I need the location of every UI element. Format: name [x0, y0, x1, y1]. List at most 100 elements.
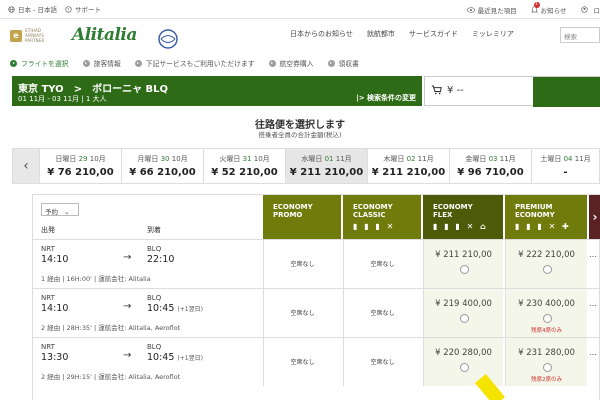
fare-price: ¥ 211 210,00 — [435, 250, 492, 260]
date-label: 木曜日 02 11月 — [368, 154, 449, 164]
date-option[interactable]: 木曜日 02 11月 ¥ 211 210,00 — [367, 149, 449, 183]
modify-search-link[interactable]: |> 検索条件の変更 — [356, 93, 416, 103]
arrival-code: BLQ — [147, 294, 162, 302]
step-extra-services[interactable]: 下記サービスもご利用いただけます — [134, 58, 255, 68]
step-label: 領収書 — [338, 60, 359, 68]
fare-cell[interactable]: ¥ 230 400,00 残席4席のみ — [505, 289, 587, 337]
notification-count-badge: 1 — [533, 1, 540, 8]
support-link[interactable]: ? サポート — [65, 4, 101, 14]
fare-cell[interactable]: ¥ 219 400,00 — [423, 289, 503, 337]
fare-header[interactable]: ECONOMY CLASSIC ▮ ▮ ▮ ✕ — [343, 195, 421, 239]
arrival-time: 10:45 — [147, 352, 175, 363]
date-option[interactable]: 月曜日 30 10月 ¥ 66 210,00 — [121, 149, 203, 183]
date-day: 土曜日 — [540, 155, 562, 163]
fare-name-line2: PROMO — [273, 211, 303, 219]
fare-cell-unavailable: 空席なし — [343, 289, 421, 337]
etihad-partner-logo[interactable]: e ETIHAD AIRWAYS PARTNER — [10, 28, 58, 50]
fare-cell[interactable]: ¥ 222 210,00 — [505, 240, 587, 288]
step-passenger-info[interactable]: 旅客情報 — [82, 58, 121, 68]
date-label: 火曜日 31 10月 — [204, 154, 285, 164]
step-purchase[interactable]: 航空券購入 — [268, 58, 314, 68]
no-seats-text: 空席なし — [290, 310, 315, 317]
cart-summary: ¥ -- — [424, 76, 600, 107]
date-num: 03 — [488, 155, 498, 163]
notifications-link[interactable]: 1 お知らせ — [530, 1, 567, 15]
fare-cell-unavailable: 空席なし — [343, 240, 421, 288]
date-month: 11月 — [499, 155, 516, 163]
cart-icon[interactable] — [431, 85, 442, 95]
site-header: e ETIHAD AIRWAYS PARTNER Alitalia 日本からのお… — [0, 19, 600, 51]
more-fares-icon[interactable]: … — [589, 348, 597, 357]
flight-info-link[interactable]: 2 経由 | 28H:35' | 運航会社: Alitalia, Aeroflo… — [41, 322, 180, 332]
date-day: 火曜日 — [219, 155, 241, 163]
step-arrow-icon — [134, 59, 142, 67]
fare-radio[interactable] — [542, 363, 552, 372]
date-option[interactable]: 日曜日 29 10月 ¥ 76 210,00 — [39, 149, 121, 183]
fare-header[interactable]: ECONOMY FLEX ▮ ▮ ▮ ✕ ⌂ — [423, 195, 503, 239]
search-placeholder: 検索 — [564, 33, 577, 41]
recent-items-link[interactable]: 最近見た項目 — [466, 5, 517, 15]
language-selector[interactable]: 日本 - 日本語 — [8, 4, 57, 14]
login-label: ロ — [593, 6, 600, 15]
step-label: 旅客情報 — [93, 60, 121, 68]
more-fares-icon[interactable]: … — [589, 250, 597, 259]
arrival-time-wrap: 10:45 (+1翌日) — [147, 352, 203, 363]
date-price: ¥ 52 210,00 — [211, 167, 278, 178]
fare-cell[interactable]: ¥ 211 210,00 — [423, 240, 503, 288]
user-icon — [580, 6, 588, 13]
chevron-right-icon[interactable]: › — [589, 195, 600, 239]
next-day-indicator: (+1翌日) — [177, 306, 203, 313]
date-option[interactable]: 水曜日 01 11月 ¥ 211 210,00 — [285, 149, 367, 183]
more-fares-icon[interactable]: … — [589, 299, 597, 308]
support-label: サポート — [74, 6, 101, 14]
bell-icon: 1 — [530, 1, 540, 14]
flight-info-link[interactable]: 1 経由 | 16H:00' | 運航会社: Alitalia — [41, 273, 151, 283]
step-select-flight[interactable]: フライトを選択 — [10, 58, 69, 68]
nav-destinations[interactable]: 就航都市 — [367, 29, 395, 39]
step-arrow-icon — [268, 59, 276, 67]
fare-cell[interactable]: ¥ 231 280,00 残席2席のみ — [505, 338, 587, 386]
sort-dropdown[interactable]: 予約 ⌄ — [41, 203, 79, 216]
date-option[interactable]: 火曜日 31 10月 ¥ 52 210,00 — [203, 149, 285, 183]
arrow-right-icon: → — [123, 252, 132, 263]
no-seats-text: 空席なし — [370, 310, 395, 317]
date-month: 10月 — [89, 155, 106, 163]
fare-radio[interactable] — [542, 314, 552, 323]
flight-info-link[interactable]: 2 経由 | 29H:15' | 運航会社: Alitalia, Aeroflo… — [41, 371, 180, 381]
date-price: ¥ 66 210,00 — [129, 167, 196, 178]
date-label: 土曜日 04 11月 — [532, 154, 599, 164]
step-receipt[interactable]: 領収書 — [327, 58, 359, 68]
departure-time: 14:10 — [41, 303, 69, 314]
language-label: 日本 - 日本語 — [18, 6, 57, 14]
date-day: 月曜日 — [137, 155, 159, 163]
skyteam-logo[interactable] — [157, 28, 179, 50]
step-arrow-icon — [10, 59, 17, 67]
date-option[interactable]: 土曜日 04 11月 - — [531, 149, 599, 183]
fare-cell[interactable]: ¥ 220 280,00 — [423, 338, 503, 386]
fare-header[interactable]: ECONOMY PROMO — [263, 195, 341, 239]
fare-header[interactable]: PREMIUM ECONOMY ▮ ▮ ▮ ✕ ✚ — [505, 195, 587, 239]
nav-service-guide[interactable]: サービスガイド — [409, 29, 458, 39]
fare-name-line2: ECONOMY — [515, 211, 555, 219]
date-day: 木曜日 — [383, 155, 405, 163]
fare-radio[interactable] — [542, 265, 552, 274]
chevron-down-icon: ⌄ — [64, 208, 70, 216]
date-month: 11月 — [417, 155, 434, 163]
fare-radio[interactable] — [459, 363, 469, 372]
date-option[interactable]: 金曜日 03 11月 ¥ 96 710,00 — [449, 149, 531, 183]
nav-news[interactable]: 日本からのお知らせ — [290, 29, 353, 39]
fare-radio[interactable] — [459, 314, 469, 323]
login-link[interactable]: ロ — [580, 5, 600, 15]
etihad-logo-text: ETIHAD AIRWAYS PARTNER — [25, 28, 45, 43]
booking-steps: フライトを選択 旅客情報 下記サービスもご利用いただけます 航空券購入 領収書 — [0, 56, 600, 70]
fare-name-line1: PREMIUM — [515, 203, 553, 211]
chevron-left-icon[interactable]: ‹ — [13, 149, 39, 183]
cart-continue-area[interactable] — [533, 77, 600, 107]
arrival-code: BLQ — [147, 343, 162, 351]
alitalia-logo[interactable]: Alitalia — [72, 25, 137, 45]
arrival-code: BLQ — [147, 245, 162, 253]
search-input[interactable]: 検索 — [560, 27, 600, 43]
svg-text:?: ? — [67, 7, 69, 12]
nav-millemiglia[interactable]: ミッレミリア — [472, 29, 514, 39]
fare-radio[interactable] — [459, 265, 469, 274]
